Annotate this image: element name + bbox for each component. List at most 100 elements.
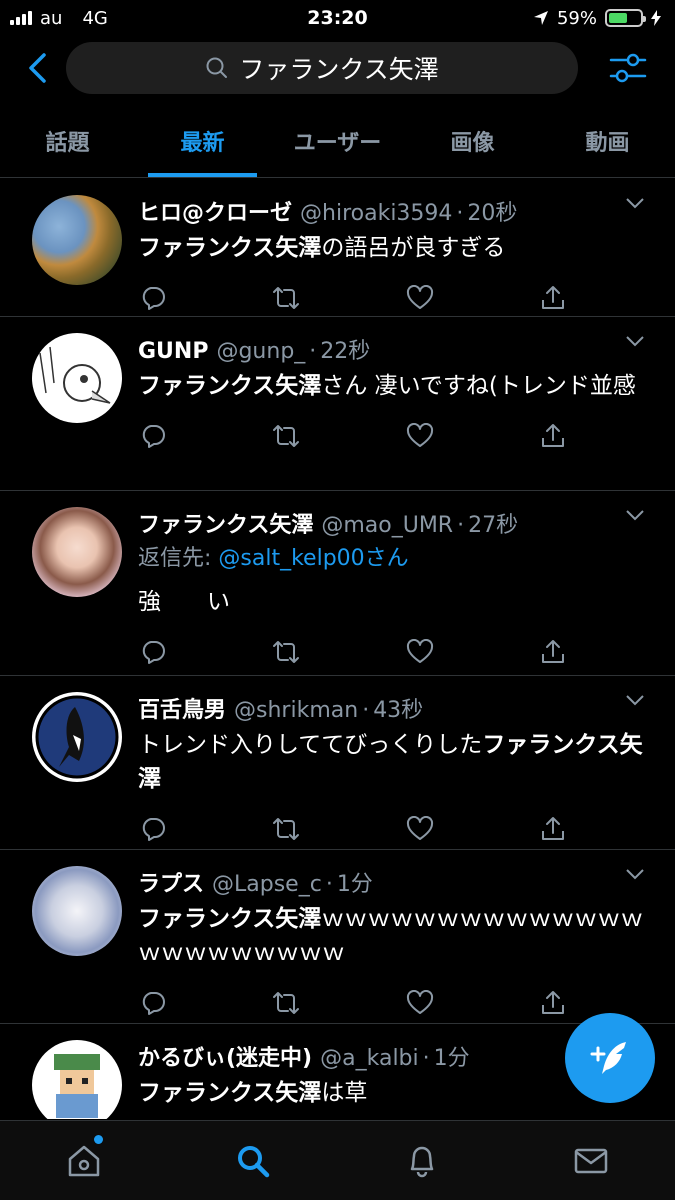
tweet-header: ヒロ@クローゼ @hiroaki3594 · 20秒 <box>138 195 659 227</box>
timestamp: 20秒 <box>467 201 518 226</box>
chevron-down-icon[interactable] <box>625 868 645 880</box>
tab-latest[interactable]: 最新 <box>135 104 270 177</box>
separator: · <box>309 339 317 364</box>
highlight-text: ファランクス矢澤 <box>138 906 322 932</box>
heart-icon <box>406 285 433 309</box>
reply-to: 返信先: @salt_kelp00さん <box>138 543 659 575</box>
reply-button[interactable] <box>138 283 168 313</box>
display-name[interactable]: かるびぃ(迷走中) <box>138 1040 312 1072</box>
reply-button[interactable] <box>138 988 168 1018</box>
like-button[interactable] <box>405 421 435 451</box>
search-header: ファランクス矢澤 <box>0 36 675 100</box>
tab-photos[interactable]: 画像 <box>405 104 540 177</box>
avatar[interactable] <box>32 866 122 956</box>
avatar[interactable] <box>32 507 122 597</box>
tweet-item[interactable]: GUNP @gunp_ · 22秒 ファランクス矢澤さん 凄いですね(トレンド並… <box>0 317 675 491</box>
tweet-item[interactable]: ヒロ@クローゼ @hiroaki3594 · 20秒 ファランクス矢澤の語呂が良… <box>0 179 675 317</box>
battery-icon <box>605 9 646 27</box>
highlight-text: ファランクス矢澤 <box>138 1080 322 1106</box>
avatar[interactable] <box>32 692 122 782</box>
username[interactable]: @Lapse_c <box>212 872 322 897</box>
mail-icon <box>574 1148 607 1173</box>
reply-button[interactable] <box>138 421 168 451</box>
search-query: ファランクス矢澤 <box>239 55 439 84</box>
tweet-item[interactable]: 百舌鳥男 @shrikman · 43秒 トレンド入りしててびっくりしたファラン… <box>0 676 675 850</box>
share-icon <box>541 817 564 840</box>
search-icon <box>238 1145 270 1177</box>
like-button[interactable] <box>405 637 435 667</box>
share-button[interactable] <box>538 283 568 313</box>
chevron-down-icon[interactable] <box>625 694 645 706</box>
bell-icon <box>410 1146 434 1177</box>
display-name[interactable]: ヒロ@クローゼ <box>138 195 292 227</box>
filter-button[interactable] <box>600 40 656 96</box>
tab-top[interactable]: 話題 <box>0 104 135 177</box>
username[interactable]: @hiroaki3594 <box>300 201 452 226</box>
status-left: au 4G <box>10 8 108 29</box>
separator: · <box>422 1046 430 1071</box>
share-button[interactable] <box>538 988 568 1018</box>
chevron-down-icon[interactable] <box>625 509 645 521</box>
home-icon <box>69 1145 100 1176</box>
avatar[interactable] <box>32 333 122 423</box>
like-button[interactable] <box>405 283 435 313</box>
nav-notifications[interactable] <box>338 1121 507 1200</box>
tweet-feed: ヒロ@クローゼ @hiroaki3594 · 20秒 ファランクス矢澤 の語呂が良… <box>0 179 675 1119</box>
battery-percent: 59% <box>556 7 597 29</box>
search-input[interactable]: ファランクス矢澤 <box>66 42 578 94</box>
display-name[interactable]: GUNP <box>138 339 208 364</box>
display-name[interactable]: ラプス <box>138 866 204 898</box>
username[interactable]: @shrikman <box>234 698 358 723</box>
tweet-header: GUNP @gunp_ · 22秒 <box>138 333 659 365</box>
retweet-button[interactable] <box>271 637 301 667</box>
separator: · <box>456 201 464 226</box>
username[interactable]: @a_kalbi <box>320 1046 419 1071</box>
share-button[interactable] <box>538 637 568 667</box>
like-button[interactable] <box>405 814 435 844</box>
back-button[interactable] <box>10 40 66 96</box>
share-button[interactable] <box>538 814 568 844</box>
tweet-body: GUNP @gunp_ · 22秒 ファランクス矢澤さん 凄いですね(トレンド並… <box>138 333 659 476</box>
timestamp: 22秒 <box>320 339 371 364</box>
bottom-nav <box>0 1120 675 1200</box>
search-icon <box>206 57 228 78</box>
like-button[interactable] <box>405 988 435 1018</box>
tweet-text: 強 い <box>138 585 659 619</box>
tab-videos[interactable]: 動画 <box>540 104 675 177</box>
username[interactable]: @mao_UMR <box>321 513 453 538</box>
separator: · <box>457 513 465 538</box>
chevron-down-icon[interactable] <box>625 197 645 209</box>
compose-button[interactable] <box>565 1013 655 1103</box>
avatar[interactable] <box>32 1040 122 1119</box>
nav-search[interactable] <box>169 1121 338 1200</box>
retweet-button[interactable] <box>271 988 301 1018</box>
highlight-text: ファランクス矢澤 <box>138 373 322 399</box>
avatar[interactable] <box>32 195 122 285</box>
retweet-button[interactable] <box>271 283 301 313</box>
nav-home[interactable] <box>0 1121 169 1200</box>
chevron-down-icon[interactable] <box>625 335 645 347</box>
share-button[interactable] <box>538 421 568 451</box>
display-name[interactable]: 百舌鳥男 <box>138 692 226 724</box>
tweet-item[interactable]: ラプス @Lapse_c · 1分 ファランクス矢澤ｗｗｗｗｗｗｗｗｗｗｗｗｗｗ… <box>0 850 675 1024</box>
tweet-text-rest: の語呂が良すぎる <box>321 235 506 261</box>
reply-button[interactable] <box>138 814 168 844</box>
tweet-header: 百舌鳥男 @shrikman · 43秒 <box>138 692 659 724</box>
reply-mention-link[interactable]: @salt_kelp00さん <box>218 546 408 571</box>
reply-button[interactable] <box>138 637 168 667</box>
tweet-item[interactable]: ファランクス矢澤 @mao_UMR · 27秒 返信先: @salt_kelp0… <box>0 491 675 676</box>
retweet-button[interactable] <box>271 814 301 844</box>
tweet-text: ファランクス矢澤さん 凄いですね(トレンド並感 <box>138 369 659 403</box>
nav-messages[interactable] <box>506 1121 675 1200</box>
retweet-button[interactable] <box>271 421 301 451</box>
tweet-body: ラプス @Lapse_c · 1分 ファランクス矢澤ｗｗｗｗｗｗｗｗｗｗｗｗｗｗ… <box>138 866 659 1015</box>
tweet-text-rest: トレンド入りしててびっくりした <box>138 732 483 758</box>
compose-icon <box>590 1042 626 1074</box>
display-name[interactable]: ファランクス矢澤 <box>138 507 313 539</box>
username[interactable]: @gunp_ <box>216 339 305 364</box>
reply-icon <box>142 818 165 841</box>
tweet-header: ファランクス矢澤 @mao_UMR · 27秒 <box>138 507 659 539</box>
tab-people[interactable]: ユーザー <box>270 104 405 177</box>
chevron-left-icon <box>29 53 46 83</box>
heart-icon <box>406 639 433 663</box>
